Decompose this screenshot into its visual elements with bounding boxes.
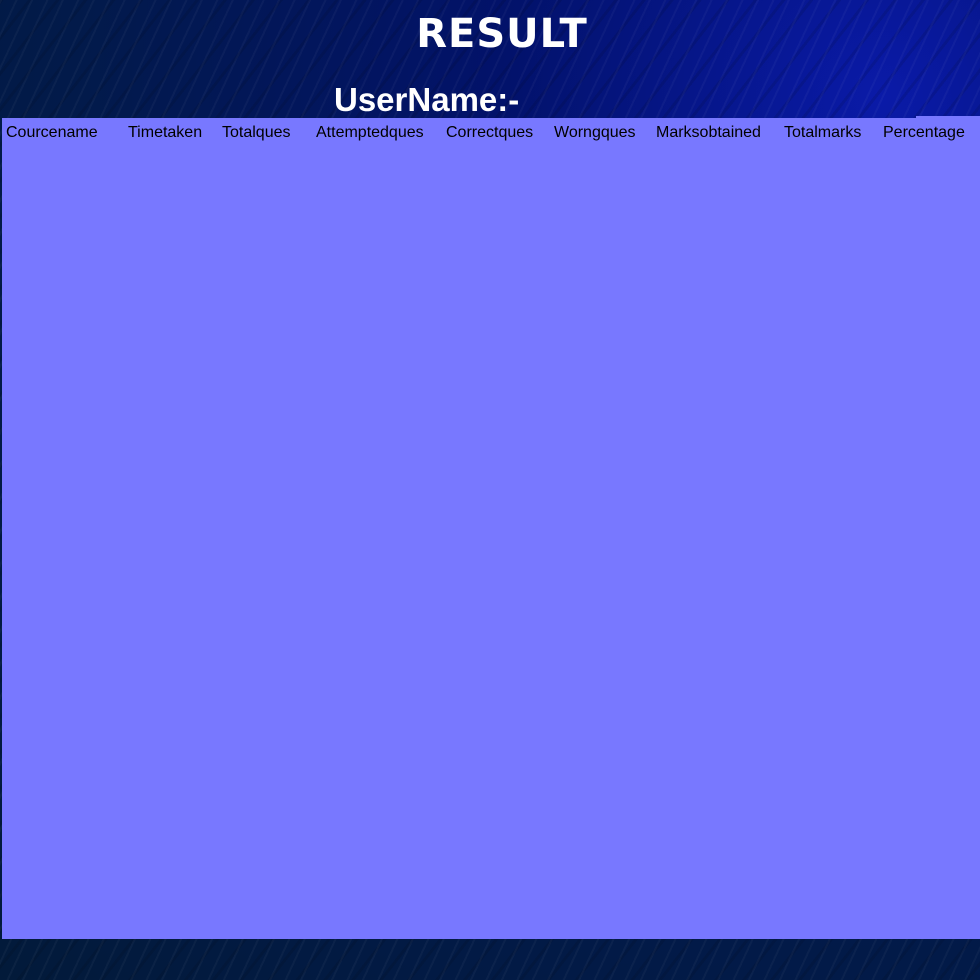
column-header-percentage: Percentage xyxy=(883,124,965,141)
column-header-marksobtained: Marksobtained xyxy=(656,124,761,141)
column-header-correctques: Correctques xyxy=(446,124,534,141)
table-header-row: Courcename Timetaken Totalques Attempted… xyxy=(2,118,980,146)
column-header-totalmarks: Totalmarks xyxy=(784,124,862,141)
results-table: Courcename Timetaken Totalques Attempted… xyxy=(2,118,980,146)
username-label: UserName:- xyxy=(334,81,520,118)
column-header-courcename: Courcename xyxy=(6,124,98,141)
results-panel: Courcename Timetaken Totalques Attempted… xyxy=(2,118,980,939)
column-header-timetaken: Timetaken xyxy=(128,124,203,141)
column-header-attemptedques: Attemptedques xyxy=(316,124,424,141)
column-header-worngques: Worngques xyxy=(554,124,636,141)
column-header-totalques: Totalques xyxy=(222,124,291,141)
page-title: RESULT xyxy=(416,11,588,57)
